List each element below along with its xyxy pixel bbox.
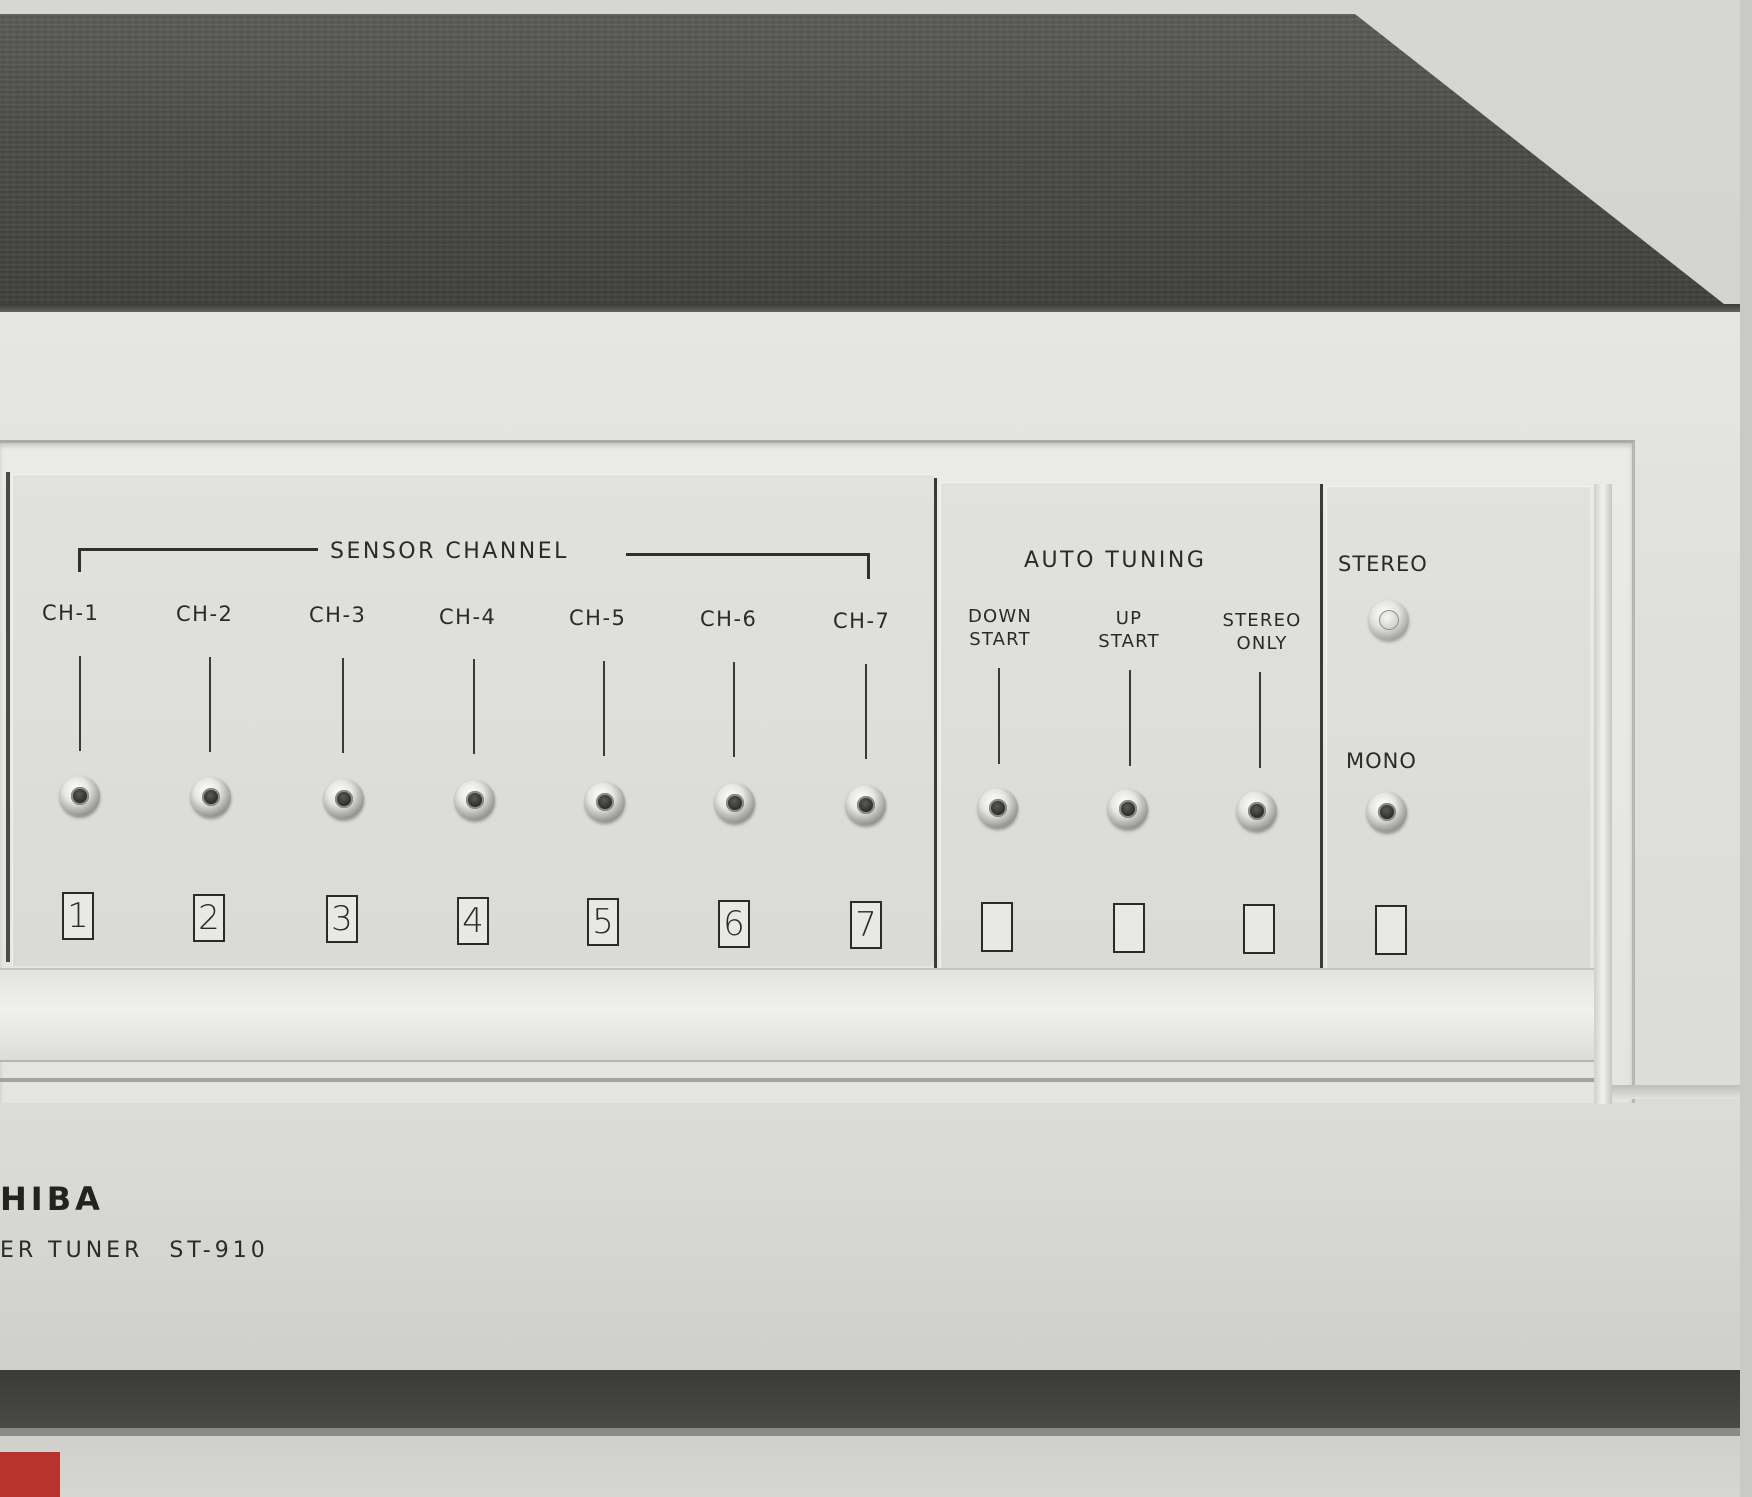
channel-6-button[interactable] — [715, 783, 755, 823]
cabinet-base-edge — [0, 1428, 1752, 1436]
channel-label: CH-3 — [309, 603, 367, 627]
stereo-only-line2: ONLY — [1236, 632, 1288, 654]
brand-name: HIBA — [0, 1180, 104, 1218]
stereo-lamp-icon — [1369, 600, 1409, 640]
channel-label: CH-1 — [42, 601, 100, 625]
faceplate-lower-shade — [0, 1150, 1748, 1380]
channel-4-button[interactable] — [455, 780, 495, 820]
channel-label: CH-4 — [439, 605, 497, 629]
stereo-label: STEREO — [1338, 552, 1428, 576]
red-corner-detail — [0, 1452, 60, 1497]
down-start-indicator — [981, 902, 1013, 952]
up-start-indicator — [1113, 903, 1145, 953]
channel-indicator: 6 — [718, 900, 750, 948]
bracket-line-right — [626, 553, 870, 556]
bracket-line-left — [78, 548, 318, 551]
channel-indicator: 3 — [326, 895, 358, 943]
up-start-label: UP START — [1089, 608, 1169, 653]
panel-divider — [934, 478, 937, 970]
bezel-lower-lip — [0, 968, 1595, 1062]
down-start-button[interactable] — [978, 788, 1018, 828]
auto-indicator-line — [998, 668, 1000, 764]
stereo-only-line1: STEREO — [1222, 610, 1302, 631]
mono-button[interactable] — [1367, 792, 1407, 832]
wood-cabinet-top — [0, 14, 1752, 326]
panel-divider — [1320, 484, 1323, 972]
channel-3-button[interactable] — [324, 779, 364, 819]
stereo-only-label: STEREO ONLY — [1212, 610, 1312, 655]
cabinet-base — [0, 1370, 1752, 1430]
model-type: ER TUNER — [0, 1238, 144, 1263]
stereo-only-button[interactable] — [1237, 791, 1277, 831]
channel-7-button[interactable] — [846, 785, 886, 825]
down-start-label: DOWN START — [960, 606, 1040, 651]
bezel-bottom-line — [0, 1078, 1612, 1082]
channel-indicator-line — [209, 657, 211, 752]
channel-indicator-line — [79, 656, 81, 751]
channel-label: CH-2 — [176, 602, 234, 626]
mono-indicator — [1375, 905, 1407, 955]
up-start-button[interactable] — [1108, 789, 1148, 829]
panel-left-edge — [6, 472, 10, 962]
model-text: ER TUNER ST-910 — [0, 1240, 269, 1262]
up-start-line1: UP — [1115, 608, 1143, 629]
bracket-tick-right — [867, 553, 870, 579]
auto-indicator-line — [1259, 672, 1261, 768]
channel-label: CH-5 — [569, 606, 627, 630]
bezel-shelf — [1612, 1085, 1746, 1099]
up-start-line2: START — [1098, 630, 1160, 652]
floor-surface — [0, 1436, 1752, 1497]
tuner-photo: SENSOR CHANNEL CH-1 CH-2 CH-3 CH-4 CH-5 … — [0, 0, 1752, 1497]
channel-indicator: 4 — [457, 897, 489, 945]
model-number: ST-910 — [169, 1238, 269, 1263]
channel-2-button[interactable] — [191, 777, 231, 817]
channel-indicator: 7 — [850, 901, 882, 949]
down-start-line2: START — [969, 628, 1031, 650]
sensor-channel-title: SENSOR CHANNEL — [330, 539, 569, 564]
bezel-right-rail — [1594, 484, 1612, 1104]
channel-indicator: 5 — [587, 898, 619, 946]
channel-indicator-line — [865, 664, 867, 759]
mono-label: MONO — [1346, 749, 1417, 773]
auto-tuning-title: AUTO TUNING — [1024, 548, 1207, 573]
channel-indicator-line — [342, 658, 344, 753]
channel-indicator-line — [603, 661, 605, 756]
channel-indicator-line — [733, 662, 735, 757]
channel-1-button[interactable] — [60, 776, 100, 816]
down-start-line1: DOWN — [967, 606, 1033, 627]
auto-indicator-line — [1129, 670, 1131, 766]
channel-indicator-line — [473, 659, 475, 754]
channel-indicator: 1 — [62, 892, 94, 940]
channel-indicator: 2 — [193, 894, 225, 942]
background-right — [1740, 0, 1752, 1497]
channel-label: CH-7 — [833, 609, 891, 633]
bracket-tick-left — [78, 548, 81, 572]
channel-5-button[interactable] — [585, 782, 625, 822]
stereo-only-indicator — [1243, 904, 1275, 954]
channel-label: CH-6 — [700, 607, 758, 631]
